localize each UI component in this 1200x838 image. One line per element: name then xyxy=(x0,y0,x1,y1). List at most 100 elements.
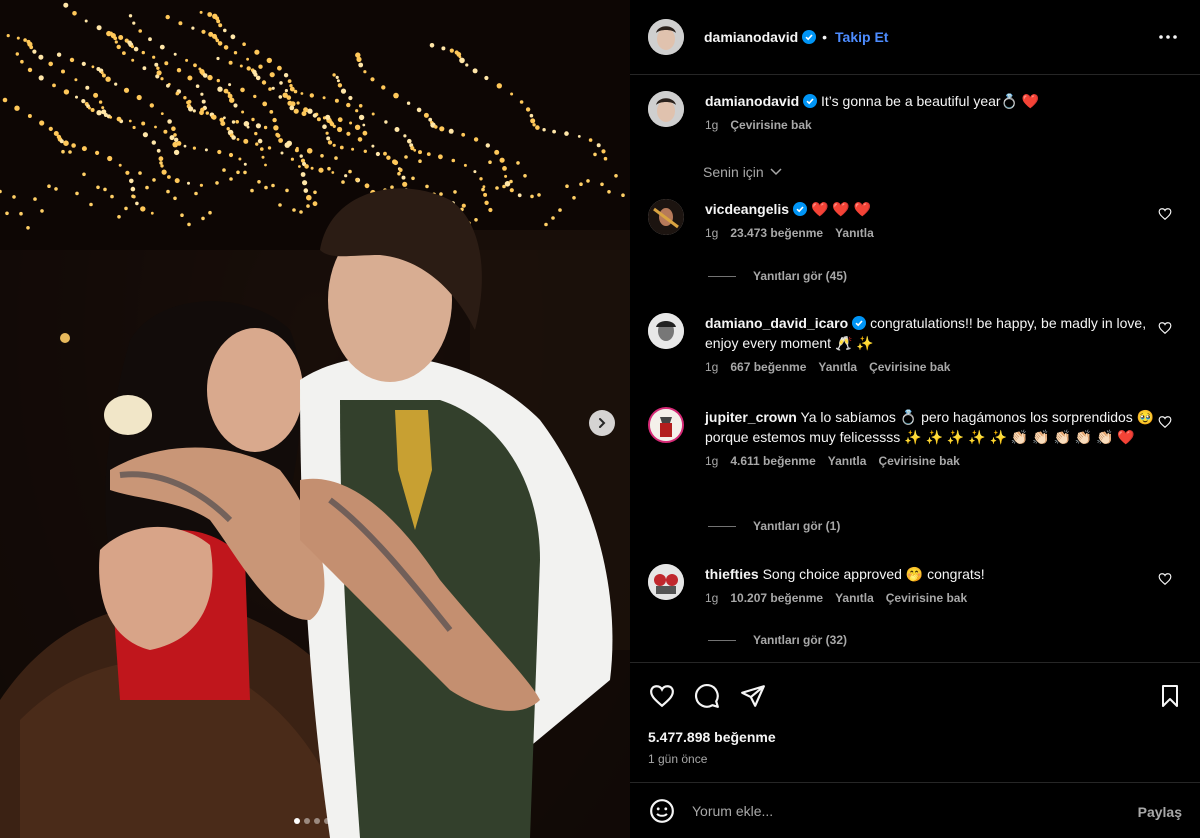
fairy-light xyxy=(346,131,351,136)
view-replies-button[interactable]: Yanıtları gör (45) xyxy=(708,269,847,283)
fairy-light xyxy=(277,65,282,71)
follow-button[interactable]: Takip Et xyxy=(835,29,888,45)
fairy-light xyxy=(558,208,562,212)
bookmark-icon[interactable] xyxy=(1158,683,1182,709)
fairy-light xyxy=(223,45,229,50)
comment-username[interactable]: damiano_david_icaro xyxy=(705,315,848,331)
fairy-light xyxy=(303,188,309,193)
carousel-dot xyxy=(294,818,300,824)
fairy-light xyxy=(154,125,157,129)
post-photo[interactable] xyxy=(0,0,630,838)
comment-sort-dropdown[interactable]: Senin için xyxy=(703,164,782,180)
avatar[interactable] xyxy=(648,313,684,349)
fairy-light xyxy=(116,116,122,122)
fairy-light xyxy=(129,178,134,184)
heart-icon[interactable] xyxy=(1158,207,1172,221)
comment-likes[interactable]: 10.207 beğenme xyxy=(730,588,823,608)
profile-picture xyxy=(648,91,684,127)
comment-likes[interactable]: 4.611 beğenme xyxy=(730,451,815,471)
fairy-light xyxy=(355,177,359,182)
post-author-username[interactable]: damianodavid xyxy=(704,29,798,45)
reply-button[interactable]: Yanıtla xyxy=(818,357,857,377)
fairy-light xyxy=(362,123,366,127)
fairy-light xyxy=(596,143,601,148)
comment-likes[interactable]: 667 beğenme xyxy=(730,357,806,377)
fairy-light xyxy=(199,10,203,14)
avatar[interactable] xyxy=(648,19,684,55)
comment-username[interactable]: jupiter_crown xyxy=(705,409,797,425)
fairy-light xyxy=(187,75,193,81)
next-slide-button[interactable] xyxy=(589,410,615,436)
fairy-light xyxy=(27,67,33,73)
fairy-light xyxy=(542,128,546,132)
reply-button[interactable]: Yanıtla xyxy=(835,588,874,608)
view-replies-button[interactable]: Yanıtları gör (1) xyxy=(708,519,840,533)
fairy-light xyxy=(267,146,272,150)
avatar[interactable] xyxy=(648,199,684,235)
fairy-light xyxy=(125,170,130,175)
share-plane-icon[interactable] xyxy=(739,683,767,709)
fairy-light xyxy=(336,79,340,83)
fairy-light xyxy=(287,79,292,83)
caption-username[interactable]: damianodavid xyxy=(705,93,799,109)
fairy-light xyxy=(246,57,250,61)
avatar[interactable] xyxy=(648,91,684,127)
fairy-light xyxy=(226,127,230,131)
fairy-light xyxy=(448,128,454,134)
fairy-light xyxy=(280,151,284,155)
reply-button[interactable]: Yanıtla xyxy=(835,223,874,243)
fairy-light xyxy=(54,187,58,191)
reply-button[interactable]: Yanıtla xyxy=(828,451,867,471)
fairy-light xyxy=(75,191,79,196)
fairy-light xyxy=(264,163,267,167)
comment-icon[interactable] xyxy=(694,683,720,709)
more-horizontal-icon[interactable] xyxy=(1158,27,1178,47)
fairy-light xyxy=(103,187,107,192)
comment-input[interactable] xyxy=(692,799,1112,823)
heart-icon[interactable] xyxy=(1158,572,1172,586)
comment-likes[interactable]: 23.473 beğenme xyxy=(730,223,823,243)
fairy-light xyxy=(74,78,78,82)
avatar[interactable] xyxy=(648,564,684,600)
comment-username[interactable]: thiefties xyxy=(705,566,759,582)
fairy-light xyxy=(413,148,417,152)
avatar[interactable] xyxy=(648,407,684,443)
fairy-light xyxy=(348,169,352,174)
fairy-light xyxy=(326,136,331,141)
fairy-light xyxy=(286,140,293,147)
view-replies-button[interactable]: Yanıtları gör (32) xyxy=(708,633,847,647)
fairy-light xyxy=(278,138,283,143)
fairy-light xyxy=(218,23,223,28)
comments-list[interactable]: damianodavid It’s gonna be a beautiful y… xyxy=(630,76,1200,662)
emoji-icon[interactable] xyxy=(649,798,675,824)
see-translation-link[interactable]: Çevirisine bak xyxy=(878,451,959,471)
see-translation-link[interactable]: Çevirisine bak xyxy=(869,357,950,377)
fairy-light xyxy=(130,186,136,192)
fairy-light xyxy=(337,83,343,88)
likes-count[interactable]: 5.477.898 beğenme xyxy=(648,729,776,745)
like-heart-icon[interactable] xyxy=(648,683,676,709)
heart-icon[interactable] xyxy=(1158,415,1172,429)
fairy-light xyxy=(258,64,263,69)
comment-username[interactable]: vicdeangelis xyxy=(705,201,789,217)
fairy-light xyxy=(204,148,208,152)
post-comment-button[interactable]: Paylaş xyxy=(1138,804,1182,820)
fairy-light xyxy=(154,62,159,67)
fairy-light xyxy=(488,160,492,164)
fairy-light xyxy=(15,52,19,56)
fairy-light xyxy=(200,92,204,96)
heart-icon[interactable] xyxy=(1158,321,1172,335)
fairy-light xyxy=(519,100,524,104)
fairy-light xyxy=(572,196,576,200)
fairy-light xyxy=(40,209,44,213)
fairy-light xyxy=(38,75,44,81)
see-translation-link[interactable]: Çevirisine bak xyxy=(886,588,967,608)
fairy-light xyxy=(105,76,111,82)
fairy-light xyxy=(201,99,206,104)
fairy-light xyxy=(266,57,272,64)
fairy-light xyxy=(187,222,191,227)
fairy-light xyxy=(341,180,345,184)
fairy-light xyxy=(551,216,555,220)
fairy-light xyxy=(425,184,429,189)
see-translation-link[interactable]: Çevirisine bak xyxy=(730,115,811,135)
